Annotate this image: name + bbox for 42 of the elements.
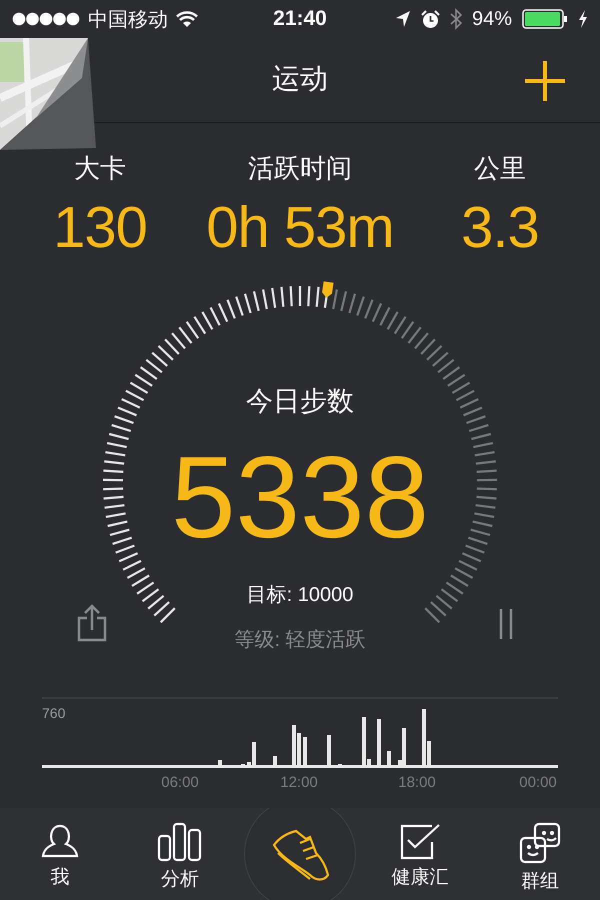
tab-label: 我 xyxy=(50,866,70,890)
shoe-icon xyxy=(270,829,330,883)
stat-value: 3.3 xyxy=(461,194,539,261)
step-goal: 目标: 10000 xyxy=(246,583,354,608)
stat-value: 0h 53m xyxy=(206,194,394,261)
screen-title: 运动 xyxy=(272,62,328,96)
tab-item[interactable]: 我 xyxy=(41,808,79,890)
signal-icon xyxy=(12,12,80,26)
battery-percent: 94% xyxy=(472,8,512,30)
axis-label: 18:00 xyxy=(398,774,436,791)
activity-grade: 等级: 轻度活跃 xyxy=(234,628,366,653)
stat-label: 大卡 xyxy=(74,152,126,185)
bar-chart-icon xyxy=(157,822,203,862)
alarm-icon xyxy=(420,10,440,28)
stat-label: 活跃时间 xyxy=(248,152,352,185)
tab-label: 分析 xyxy=(161,868,199,892)
tab-label: 群组 xyxy=(521,870,559,894)
person-icon xyxy=(41,822,79,860)
steps-title: 今日步数 xyxy=(246,385,354,418)
axis-label: 00:00 xyxy=(519,774,557,791)
tab-item[interactable]: 健康汇 xyxy=(392,808,448,890)
tab-label: 健康汇 xyxy=(392,866,448,890)
carrier-name: 中国移动 xyxy=(88,8,168,32)
location-arrow-icon xyxy=(394,10,411,28)
bluetooth-icon xyxy=(450,8,462,30)
wifi-icon xyxy=(176,10,198,28)
progress-marker xyxy=(322,281,334,298)
share-button[interactable] xyxy=(76,604,108,642)
axis-label: 12:00 xyxy=(280,774,318,791)
checkbox-icon xyxy=(399,822,441,860)
faces-icon xyxy=(519,822,561,864)
stat-label: 公里 xyxy=(474,152,526,185)
tab-item[interactable]: 群组 xyxy=(519,808,561,894)
battery-icon xyxy=(522,9,568,29)
axis-label: 06:00 xyxy=(161,774,199,791)
step-count: 5338 xyxy=(170,439,430,555)
status-time: 21:40 xyxy=(273,7,327,31)
add-button[interactable] xyxy=(524,60,566,102)
charging-icon xyxy=(578,10,588,28)
axis-label: 760 xyxy=(42,705,66,721)
tab-item[interactable]: 分析 xyxy=(157,808,203,892)
stat-value: 130 xyxy=(53,194,147,261)
